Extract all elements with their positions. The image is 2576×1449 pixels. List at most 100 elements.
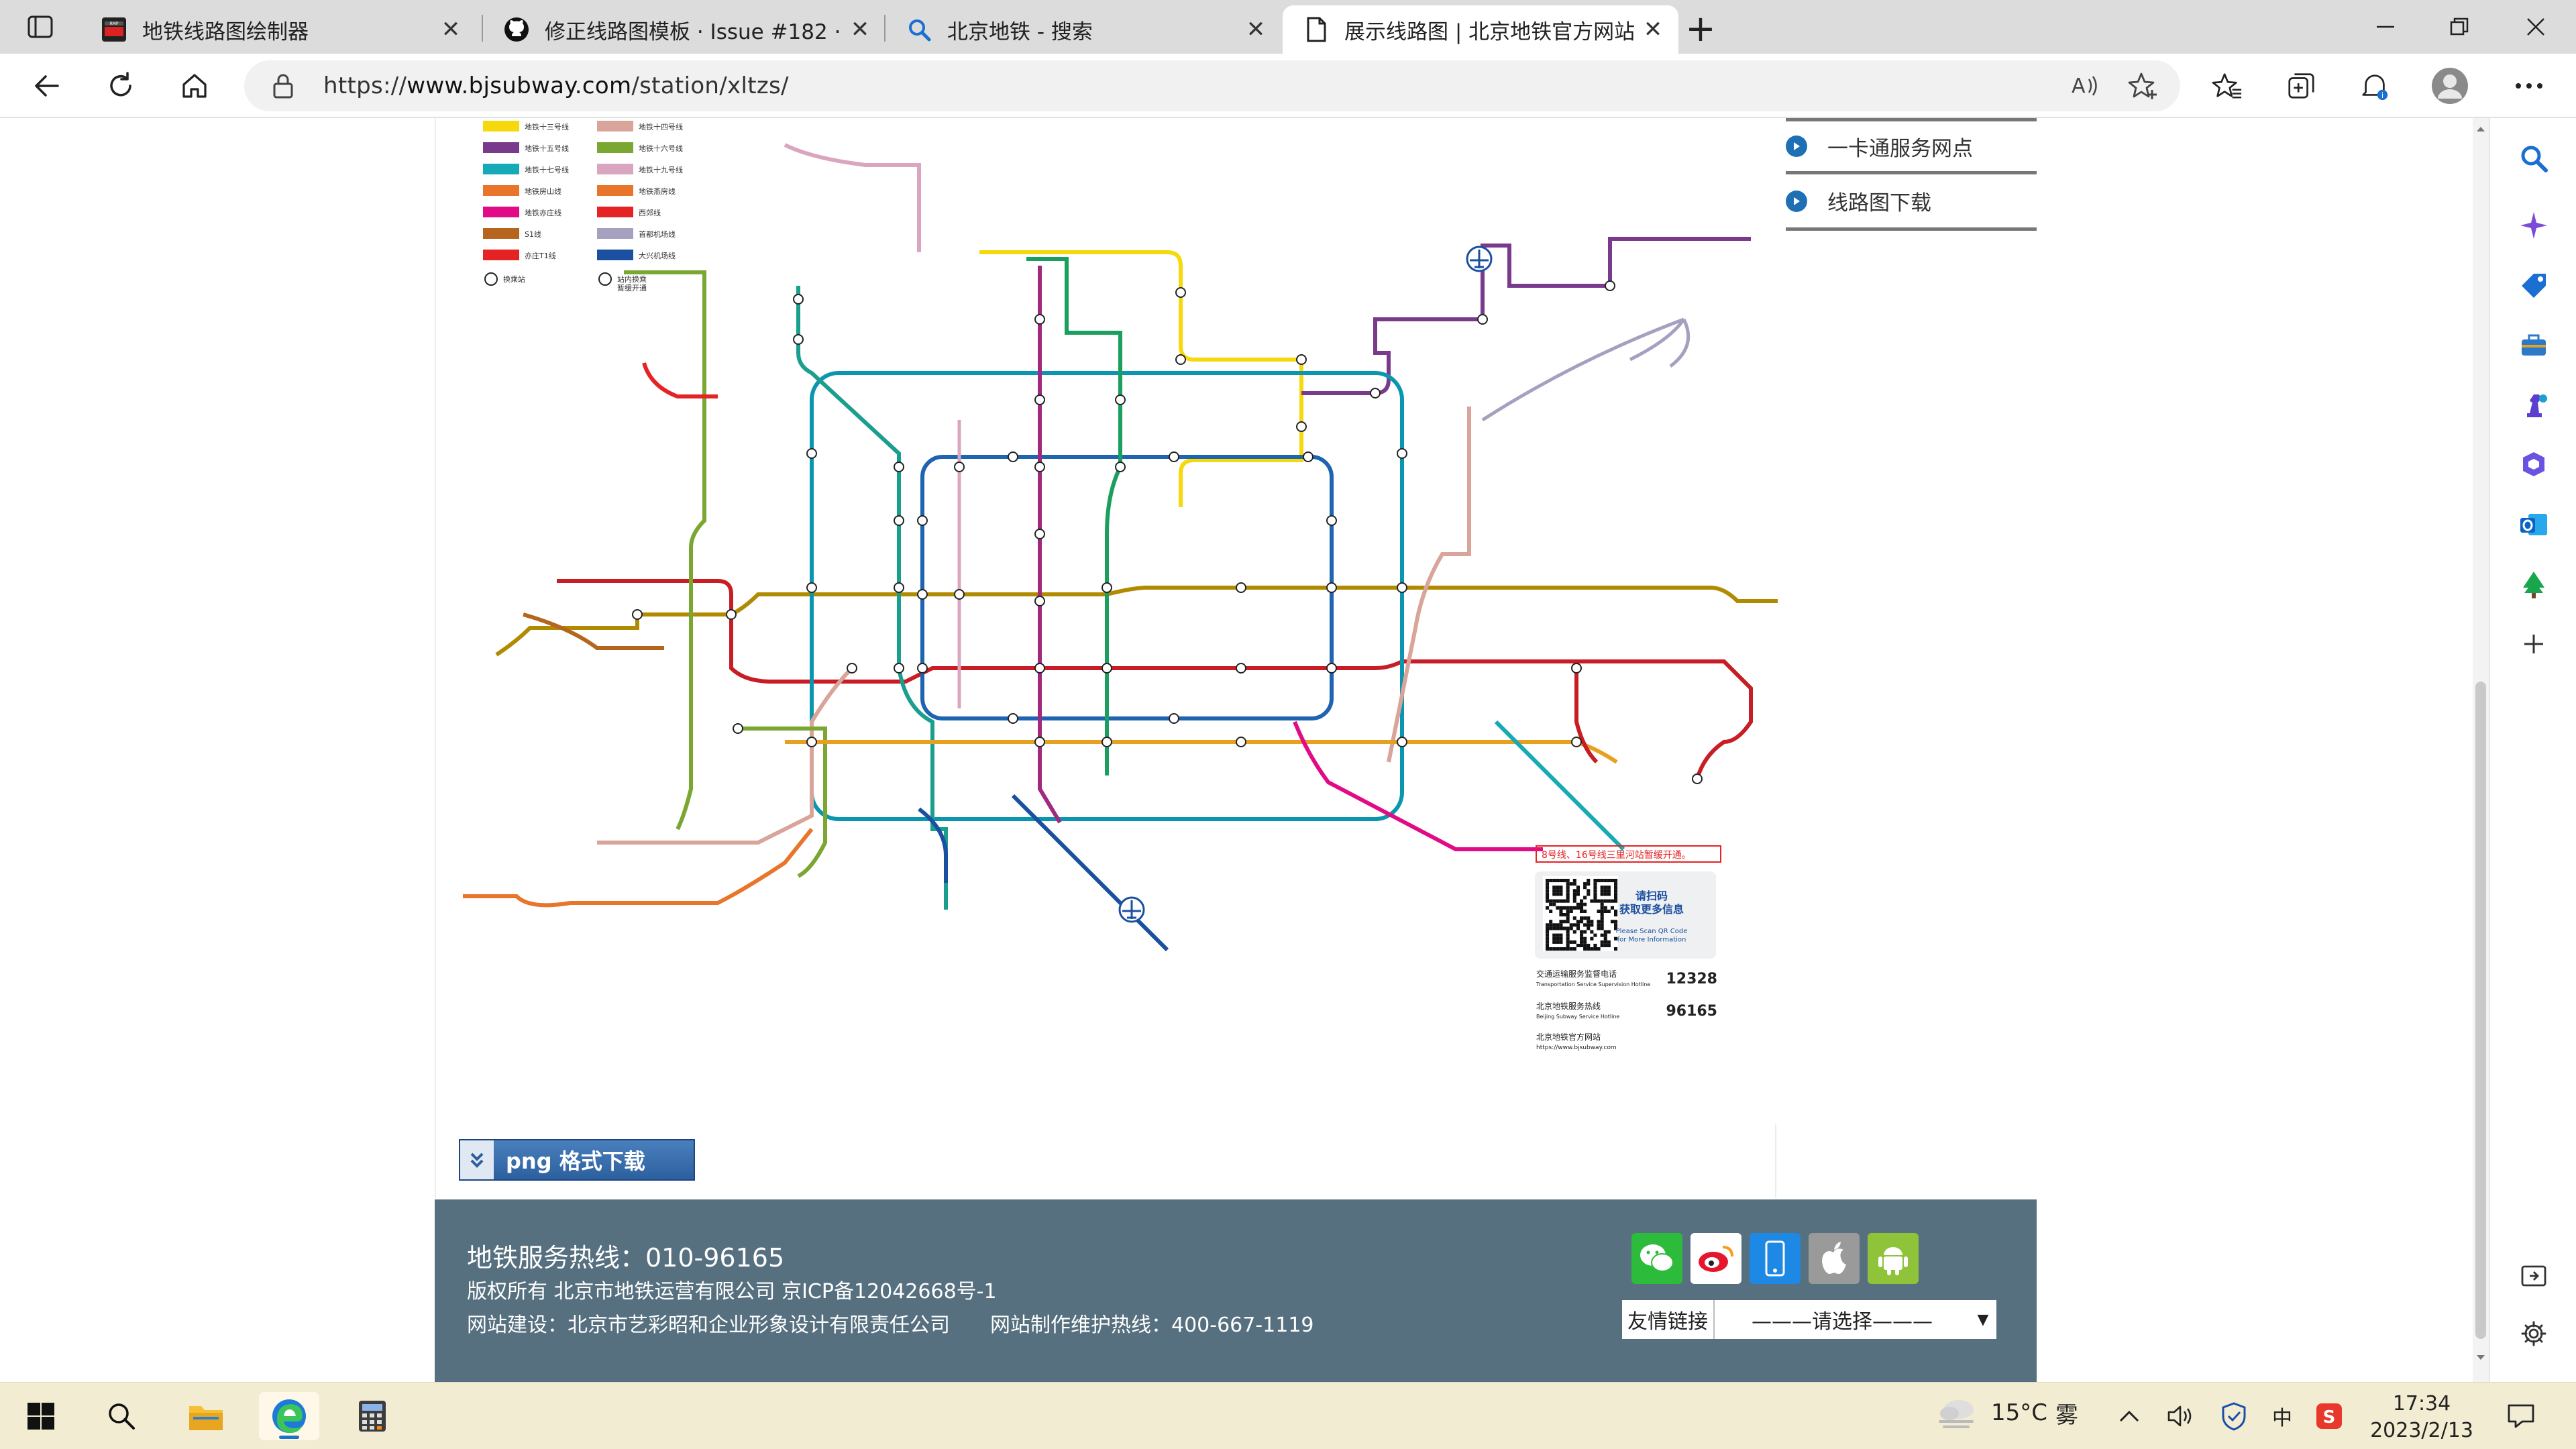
profile-button[interactable] bbox=[2426, 62, 2474, 110]
legend-swatch bbox=[597, 207, 633, 217]
station-marker bbox=[1034, 314, 1045, 325]
url-path: /station/xltzs/ bbox=[631, 72, 789, 99]
sidebar-add-button[interactable] bbox=[2512, 623, 2555, 665]
notifications-button[interactable]: i bbox=[2351, 62, 2399, 110]
link-map-download[interactable]: 线路图下载 bbox=[1786, 174, 2037, 231]
friend-links-select[interactable]: 友情链接 ———请选择——— ▼ bbox=[1622, 1300, 1996, 1339]
sidebar-search-button[interactable] bbox=[2512, 137, 2555, 180]
qr-module bbox=[1562, 913, 1566, 917]
windows-logo-icon bbox=[28, 1403, 54, 1430]
qr-module bbox=[1556, 885, 1560, 890]
clock[interactable]: 17:34 2023/2/13 bbox=[2355, 1391, 2489, 1444]
png-download-button[interactable]: png 格式下载 bbox=[459, 1139, 695, 1181]
app-tray-button[interactable]: S bbox=[2313, 1400, 2345, 1432]
qr-module bbox=[1549, 923, 1553, 927]
sidebar-tools-button[interactable] bbox=[2512, 323, 2555, 366]
qr-module bbox=[1607, 909, 1611, 913]
qr-module bbox=[1580, 936, 1584, 941]
legend-label: S1线 bbox=[525, 229, 541, 239]
taskbar-calculator[interactable] bbox=[342, 1392, 402, 1440]
read-aloud-icon[interactable]: A bbox=[2069, 70, 2101, 102]
qr-module bbox=[1587, 879, 1591, 883]
qr-module bbox=[1590, 930, 1594, 934]
sidebar-discover-button[interactable] bbox=[2512, 204, 2555, 247]
page-icon bbox=[1307, 17, 1326, 42]
scrollbar-thumb[interactable] bbox=[2475, 682, 2486, 1339]
qr-module bbox=[1552, 889, 1556, 893]
tab-github-issue[interactable]: 修正线路图模板 · Issue #182 · rai ✕ bbox=[483, 5, 885, 54]
back-button[interactable] bbox=[23, 62, 71, 110]
weibo-button[interactable] bbox=[1690, 1233, 1741, 1284]
sidebar-shopping-button[interactable] bbox=[2512, 264, 2555, 307]
sidebar-games-button[interactable] bbox=[2512, 384, 2555, 427]
refresh-button[interactable] bbox=[97, 62, 145, 110]
qr-module bbox=[1610, 920, 1614, 924]
sidebar-split-button[interactable] bbox=[2512, 1254, 2555, 1297]
tab-railmap[interactable]: RMP 地铁线路图绘制器 ✕ bbox=[80, 5, 476, 54]
tab-actions-button[interactable] bbox=[13, 7, 67, 47]
close-icon[interactable]: ✕ bbox=[845, 15, 875, 44]
close-icon[interactable]: ✕ bbox=[436, 15, 466, 44]
taskbar-edge[interactable] bbox=[259, 1392, 319, 1440]
weather-widget[interactable]: 15°C 雾 bbox=[1936, 1395, 2078, 1431]
qr-module bbox=[1566, 936, 1570, 941]
close-icon[interactable]: ✕ bbox=[1638, 15, 1668, 44]
start-button[interactable] bbox=[11, 1392, 71, 1440]
restore-button[interactable] bbox=[2432, 7, 2486, 47]
favorites-button[interactable] bbox=[2203, 62, 2251, 110]
legend-label: 地铁十九号线 bbox=[639, 165, 683, 174]
qr-module bbox=[1600, 879, 1604, 883]
qr-module bbox=[1593, 899, 1597, 903]
qr-module bbox=[1546, 906, 1550, 910]
calculator-icon bbox=[359, 1401, 386, 1432]
tab-bing-search[interactable]: 北京地铁 - 搜索 ✕ bbox=[885, 5, 1281, 54]
sidebar-outlook-button[interactable] bbox=[2512, 503, 2555, 546]
security-button[interactable] bbox=[2218, 1400, 2250, 1432]
tab-bjsubway[interactable]: 展示线路图 | 北京地铁官方网站 ✕ bbox=[1283, 5, 1678, 54]
volume-button[interactable] bbox=[2164, 1400, 2196, 1432]
legend-symbol bbox=[484, 272, 498, 286]
url-text[interactable]: https://www.bjsubway.com/station/xltzs/ bbox=[323, 72, 789, 99]
ime-indicator[interactable]: 中 bbox=[2266, 1400, 2298, 1432]
address-bar[interactable]: https://www.bjsubway.com/station/xltzs/ … bbox=[244, 60, 2180, 111]
sidebar-tree-button[interactable] bbox=[2512, 564, 2555, 606]
new-tab-button[interactable]: + bbox=[1677, 7, 1724, 50]
qr-module bbox=[1580, 930, 1584, 934]
taskbar-search-button[interactable] bbox=[91, 1392, 152, 1440]
home-button[interactable] bbox=[170, 62, 219, 110]
qr-module bbox=[1576, 923, 1580, 927]
link-card-service[interactable]: 一卡通服务网点 bbox=[1786, 118, 2037, 174]
lock-icon[interactable] bbox=[271, 72, 295, 99]
qr-module bbox=[1603, 933, 1607, 937]
close-window-button[interactable] bbox=[2509, 7, 2563, 47]
android-app-button[interactable] bbox=[1868, 1233, 1919, 1284]
close-icon[interactable]: ✕ bbox=[1241, 15, 1271, 44]
qr-module bbox=[1603, 892, 1607, 896]
station-marker bbox=[917, 589, 928, 600]
outlook-icon bbox=[2520, 514, 2547, 535]
minimize-button[interactable] bbox=[2359, 7, 2412, 47]
mobile-button[interactable] bbox=[1750, 1233, 1801, 1284]
sidebar-office-button[interactable] bbox=[2512, 443, 2555, 486]
qr-module bbox=[1546, 899, 1550, 903]
station-marker bbox=[733, 723, 743, 734]
sidebar-settings-button[interactable] bbox=[2512, 1312, 2555, 1355]
scroll-up-icon[interactable] bbox=[2475, 125, 2486, 133]
svg-text:A: A bbox=[2072, 74, 2086, 98]
collections-button[interactable] bbox=[2277, 62, 2325, 110]
taskbar-file-explorer[interactable] bbox=[176, 1392, 236, 1440]
ios-app-button[interactable] bbox=[1809, 1233, 1860, 1284]
qr-module bbox=[1559, 940, 1563, 944]
station-marker bbox=[1397, 448, 1407, 459]
add-favorite-icon[interactable] bbox=[2127, 70, 2159, 102]
railmap-icon: RMP bbox=[102, 17, 126, 42]
settings-more-button[interactable] bbox=[2505, 62, 2553, 110]
vertical-scrollbar[interactable] bbox=[2473, 118, 2489, 1382]
notification-center-button[interactable] bbox=[2505, 1400, 2537, 1432]
qr-module bbox=[1590, 936, 1594, 941]
wechat-button[interactable] bbox=[1631, 1233, 1682, 1284]
scroll-down-icon[interactable] bbox=[2475, 1354, 2486, 1362]
show-hidden-icons-button[interactable] bbox=[2113, 1400, 2145, 1432]
qr-module bbox=[1597, 920, 1601, 924]
qr-module bbox=[1607, 940, 1611, 944]
